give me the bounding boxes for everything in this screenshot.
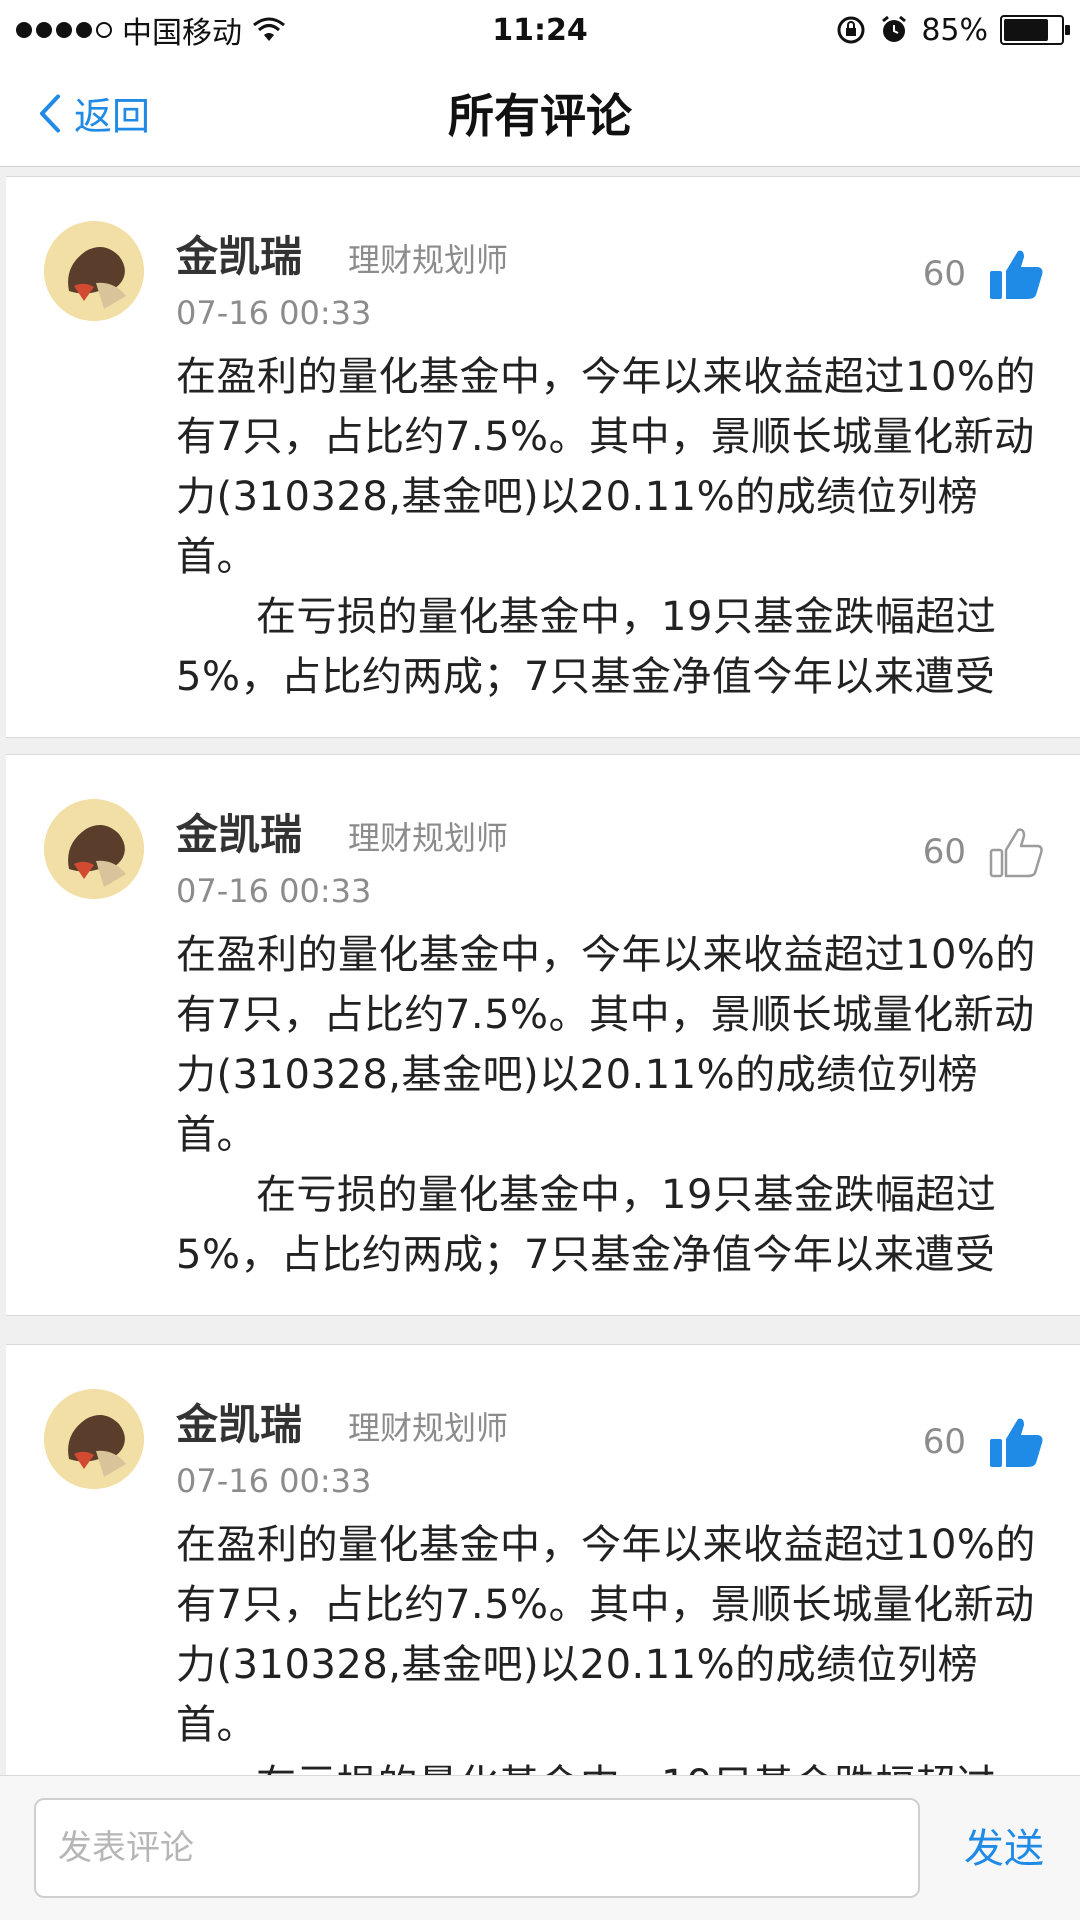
signal-strength (16, 22, 112, 38)
comment-meta: 金凯瑞 理财规划师 07-16 00:33 (176, 1391, 1044, 1500)
author-name[interactable]: 金凯瑞 (176, 1391, 302, 1452)
wifi-icon (253, 17, 285, 41)
status-time: 11:24 (492, 12, 588, 48)
comment-input-bar: 发送 (0, 1775, 1080, 1920)
status-right: 85% (835, 12, 1070, 48)
comment-paragraph: 在盈利的量化基金中，今年以来收益超过10%的有7只，占比约7.5%。其中，景顺长… (176, 932, 1036, 1158)
comment-time: 07-16 00:33 (176, 294, 372, 332)
thumbs-up-filled-icon (990, 250, 1043, 299)
name-row: 金凯瑞 理财规划师 (176, 1391, 1044, 1452)
alarm-icon (882, 15, 907, 42)
avatar[interactable] (44, 799, 144, 899)
thumbs-up-filled-icon (990, 1418, 1043, 1467)
author-role: 理财规划师 (348, 819, 509, 857)
comment-time: 07-16 00:33 (176, 872, 372, 910)
comment-card: 金凯瑞 理财规划师 07-16 00:33 60 在盈利的量化基金中，今年以来收… (6, 176, 1080, 738)
like-count: 60 (922, 832, 966, 872)
avatar[interactable] (44, 221, 144, 321)
comment-card: 金凯瑞 理财规划师 07-16 00:33 60 在盈利的量化基金中，今年以来收… (6, 754, 1080, 1316)
page-title: 所有评论 (448, 89, 632, 143)
like-count: 60 (922, 254, 966, 294)
comment-time: 07-16 00:33 (176, 1462, 372, 1500)
battery-cap (1065, 25, 1070, 35)
signal-dot (56, 22, 72, 38)
like-button[interactable]: 60 (923, 245, 1046, 303)
comment-input[interactable] (34, 1798, 920, 1898)
status-left: 中国移动 (16, 8, 286, 52)
comment-meta: 金凯瑞 理财规划师 07-16 00:33 (176, 801, 1044, 910)
like-button[interactable]: 60 (923, 1413, 1046, 1471)
rotation-lock-icon (837, 16, 865, 44)
avatar-image (44, 1389, 144, 1489)
send-button[interactable]: 发送 (964, 1816, 1044, 1874)
author-role: 理财规划师 (348, 1409, 509, 1447)
battery-icon (1000, 15, 1070, 45)
comment-paragraph: 在亏损的量化基金中，19只基金跌幅超过 (176, 1755, 1046, 1775)
author-name[interactable]: 金凯瑞 (176, 801, 302, 862)
battery-level (1004, 19, 1048, 41)
like-button[interactable]: 60 (923, 823, 1046, 881)
comment-list[interactable]: 金凯瑞 理财规划师 07-16 00:33 60 在盈利的量化基金中，今年以来收… (0, 168, 1080, 1775)
comment-paragraph: 在亏损的量化基金中，19只基金跌幅超过5%，占比约两成；7只基金净值今年以来遭受 (176, 1172, 997, 1278)
back-button[interactable]: 返回 (36, 86, 150, 141)
like-count: 60 (922, 1422, 966, 1462)
nav-bar: 返回 所有评论 (0, 60, 1080, 167)
comment-paragraph: 在盈利的量化基金中，今年以来收益超过10%的有7只，占比约7.5%。其中，景顺长… (176, 1522, 1036, 1748)
comment-paragraph: 在亏损的量化基金中，19只基金跌幅超过5%，占比约两成；7只基金净值今年以来遭受 (176, 594, 997, 700)
author-name[interactable]: 金凯瑞 (176, 223, 302, 284)
avatar-image (44, 221, 144, 321)
signal-dot-empty (96, 22, 112, 38)
carrier-label: 中国移动 (122, 16, 242, 51)
signal-dot (16, 22, 32, 38)
status-bar: 中国移动 11:24 85% (0, 0, 1080, 60)
battery-percent: 85% (921, 12, 988, 48)
author-role: 理财规划师 (348, 241, 509, 279)
comment-meta: 金凯瑞 理财规划师 07-16 00:33 (176, 223, 1044, 332)
name-row: 金凯瑞 理财规划师 (176, 223, 1044, 284)
name-row: 金凯瑞 理财规划师 (176, 801, 1044, 862)
comment-text: 在盈利的量化基金中，今年以来收益超过10%的有7只，占比约7.5%。其中，景顺长… (176, 1515, 1046, 1775)
chevron-left-icon (40, 94, 60, 132)
comment-text: 在盈利的量化基金中，今年以来收益超过10%的有7只，占比约7.5%。其中，景顺长… (176, 347, 1046, 707)
back-label: 返回 (74, 94, 151, 139)
thumbs-up-outline-icon (989, 828, 1043, 878)
avatar[interactable] (44, 1389, 144, 1489)
signal-dot (36, 22, 52, 38)
comment-text: 在盈利的量化基金中，今年以来收益超过10%的有7只，占比约7.5%。其中，景顺长… (176, 925, 1046, 1285)
comment-paragraph: 在盈利的量化基金中，今年以来收益超过10%的有7只，占比约7.5%。其中，景顺长… (176, 354, 1036, 580)
signal-dot (76, 22, 92, 38)
comment-card: 金凯瑞 理财规划师 07-16 00:33 60 在盈利的量化基金中，今年以来收… (6, 1344, 1080, 1775)
avatar-image (44, 799, 144, 899)
